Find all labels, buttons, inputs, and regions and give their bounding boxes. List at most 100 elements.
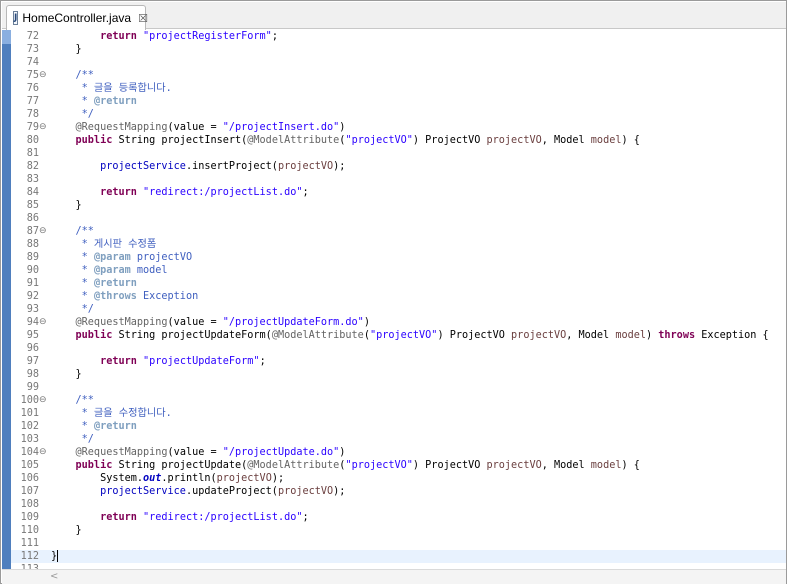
line-number: 97 [26,356,39,367]
tab-homecontroller[interactable]: J HomeController.java ☒ [6,5,148,30]
code-token: public [51,460,119,471]
fold-collapse-icon[interactable]: ⊖ [39,121,47,134]
code-token: "/projectInsert.do" [222,122,340,133]
line-number: 108 [20,499,39,510]
line-number: 75 [26,70,39,81]
code-token: @RequestMapping [51,122,168,133]
line-number: 110 [20,525,39,536]
line-number: 90 [26,265,39,276]
code-token: .println( [161,473,217,484]
code-line[interactable]: 112} [11,550,786,563]
code-text: projectService.updateProject(projectVO); [51,485,345,498]
fold-collapse-icon[interactable]: ⊖ [39,394,47,407]
code-line[interactable]: 84 return "redirect:/projectList.do"; [11,186,786,199]
line-number: 79 [26,122,39,133]
line-number: 81 [26,148,39,159]
fold-collapse-icon[interactable]: ⊖ [39,316,47,329]
code-token: out [143,473,162,484]
code-line[interactable]: 110 } [11,524,786,537]
code-token: */ [51,304,94,315]
code-line[interactable]: 86 [11,212,786,225]
java-file-icon: J [13,11,19,25]
code-text: return "redirect:/projectList.do"; [51,186,309,199]
code-line[interactable]: 97 return "projectUpdateForm"; [11,355,786,368]
code-line[interactable]: 106 System.out.println(projectVO); [11,472,786,485]
code-line[interactable]: 83 [11,173,786,186]
code-line[interactable]: 108 [11,498,786,511]
code-line[interactable]: 77 * @return [11,95,786,108]
code-line[interactable]: 105 public String projectUpdate(@ModelAt… [11,459,786,472]
fold-collapse-icon[interactable]: ⊖ [39,446,47,459]
code-line[interactable]: 76 * 글을 등록합니다. [11,82,786,95]
code-line[interactable]: 107 projectService.updateProject(project… [11,485,786,498]
code-token: "/projectUpdateForm.do" [222,317,364,328]
horizontal-scrollbar[interactable]: < [2,569,786,584]
scroll-left-icon[interactable]: < [50,571,58,582]
line-number: 106 [20,473,39,484]
code-line[interactable]: 74 [11,56,786,69]
code-line[interactable]: 103 */ [11,433,786,446]
code-token: ) [339,122,346,133]
code-line[interactable]: 81 [11,147,786,160]
code-token: "projectRegisterForm" [143,31,272,42]
line-number: 105 [20,460,39,471]
code-line[interactable]: 101 * 글을 수정합니다. [11,407,786,420]
code-line[interactable]: 95 public String projectUpdateForm(@Mode… [11,329,786,342]
code-line[interactable]: 79 ⊖ @RequestMapping(value = "/projectIns… [11,121,786,134]
code-text: } [51,43,82,56]
code-token: ; [271,31,285,42]
code-token: "projectVO" [345,135,413,146]
code-text: public String projectUpdate(@ModelAttrib… [51,459,640,472]
code-line[interactable]: 99 [11,381,786,394]
code-token: * 글을 수정합니다. [51,408,172,419]
code-line[interactable]: 72 return "projectRegisterForm"; [11,30,786,43]
code-line[interactable]: 100 ⊖ /** [11,394,786,407]
code-line[interactable]: 89 * @param projectVO [11,251,786,264]
code-token: ) { [621,460,640,471]
code-token: * [51,278,94,289]
line-number: 98 [26,369,39,380]
line-number: 73 [26,44,39,55]
code-token: throws [658,330,702,341]
code-token: * [51,265,94,276]
code-token: (value = [167,447,223,458]
code-line[interactable]: 78 */ [11,108,786,121]
code-token: , Model [566,330,616,341]
code-editor[interactable]: 72 return "projectRegisterForm"; 73 } 74 7… [2,30,786,569]
code-line[interactable]: 92 * @throws Exception [11,290,786,303]
code-line[interactable]: 98 } [11,368,786,381]
code-line[interactable]: 104 ⊖ @RequestMapping(value = "/projectUp… [11,446,786,459]
close-icon[interactable]: ☒ [138,12,148,25]
code-line[interactable]: 93 */ [11,303,786,316]
code-line[interactable]: 88 * 게시판 수정폼 [11,238,786,251]
code-line[interactable]: 96 [11,342,786,355]
code-token: @RequestMapping [51,317,168,328]
line-number: 93 [26,304,39,315]
code-text: projectService.insertProject(projectVO); [51,160,345,173]
line-number: 104 [20,447,39,458]
code-line[interactable]: 82 projectService.insertProject(projectV… [11,160,786,173]
code-line[interactable]: 90 * @param model [11,264,786,277]
fold-collapse-icon[interactable]: ⊖ [39,69,47,82]
editor-tab-bar: J HomeController.java ☒ [2,2,786,30]
code-line[interactable]: 102 * @return [11,420,786,433]
code-token: } [51,200,82,211]
code-line[interactable]: 94 ⊖ @RequestMapping(value = "/projectUpd… [11,316,786,329]
code-token: return [51,512,144,523]
code-text: */ [51,433,94,446]
code-token: @ModelAttribute [271,330,364,341]
code-token: } [51,44,82,55]
fold-collapse-icon[interactable]: ⊖ [39,225,47,238]
code-line[interactable]: 91 * @return [11,277,786,290]
code-line[interactable]: 80 public String projectInsert(@ModelAtt… [11,134,786,147]
code-line[interactable]: 87 ⊖ /** [11,225,786,238]
code-line[interactable]: 73 } [11,43,786,56]
line-number: 88 [26,239,39,250]
code-line[interactable]: 85 } [11,199,786,212]
code-line[interactable]: 109 return "redirect:/projectList.do"; [11,511,786,524]
code-token: ) ProjectVO [412,460,487,471]
code-token: ; [302,187,309,198]
code-token: */ [51,109,94,120]
code-line[interactable]: 75 ⊖ /** [11,69,786,82]
code-line[interactable]: 111 [11,537,786,550]
